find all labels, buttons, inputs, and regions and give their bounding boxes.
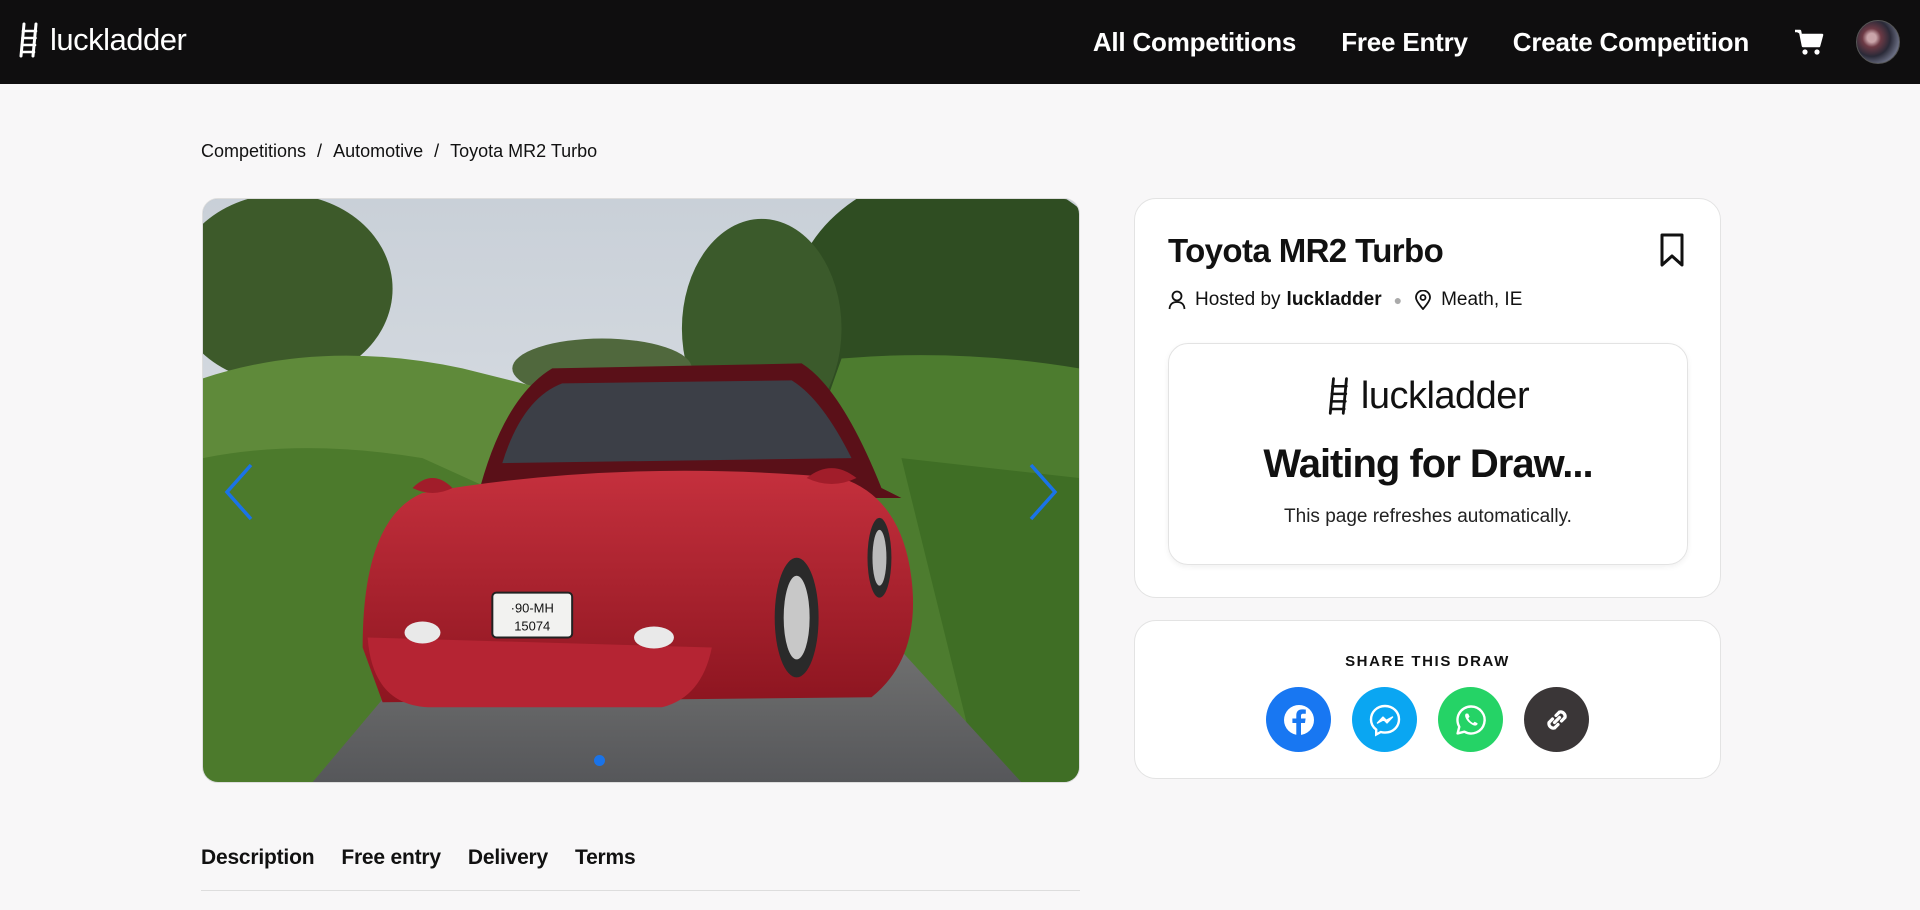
breadcrumb-separator: /: [317, 141, 323, 161]
draw-status-box: luckladder Waiting for Draw... This page…: [1168, 343, 1688, 565]
link-icon: [1546, 709, 1567, 730]
next-slide-arrow-icon[interactable]: [1025, 461, 1061, 523]
facebook-icon: [1283, 704, 1314, 735]
slide-indicator-dot[interactable]: [594, 755, 605, 766]
auto-refresh-note: This page refreshes automatically.: [1284, 506, 1572, 527]
tab-delivery[interactable]: Delivery: [468, 846, 548, 890]
bookmark-icon[interactable]: [1658, 232, 1686, 268]
main-nav: All Competitions Free Entry Create Compe…: [1093, 0, 1920, 84]
previous-slide-arrow-icon[interactable]: [221, 461, 257, 523]
whatsapp-icon: [1455, 704, 1486, 735]
breadcrumb: Competitions / Automotive / Toyota MR2 T…: [201, 141, 597, 162]
tab-terms[interactable]: Terms: [575, 846, 636, 890]
share-messenger-button[interactable]: [1352, 687, 1417, 752]
svg-text:·90-MH: ·90-MH: [511, 601, 554, 616]
details-tabs: Description Free entry Delivery Terms: [201, 846, 1080, 891]
top-navigation-bar: luckladder All Competitions Free Entry C…: [0, 0, 1920, 84]
location-text: Meath, IE: [1441, 289, 1523, 310]
breadcrumb-automotive[interactable]: Automotive: [333, 141, 423, 162]
draw-logo-text: luckladder: [1360, 374, 1530, 417]
breadcrumb-competitions[interactable]: Competitions: [201, 141, 306, 162]
competition-title: Toyota MR2 Turbo: [1168, 232, 1444, 269]
ladder-logo-icon: [19, 22, 38, 58]
logo-text: luckladder: [50, 22, 187, 57]
user-avatar[interactable]: [1856, 20, 1900, 64]
location-pin-icon: [1415, 290, 1431, 310]
image-gallery: ·90-MH 15074: [202, 198, 1080, 783]
site-logo[interactable]: luckladder: [18, 22, 187, 58]
share-buttons: [1135, 687, 1720, 752]
nav-free-entry[interactable]: Free Entry: [1341, 27, 1468, 58]
breadcrumb-current: Toyota MR2 Turbo: [450, 141, 598, 161]
share-facebook-button[interactable]: [1266, 687, 1331, 752]
share-copy-link-button[interactable]: [1524, 687, 1589, 752]
competition-meta: Hosted by luckladder ● Meath, IE: [1168, 289, 1522, 311]
competition-card: Toyota MR2 Turbo Hosted by luckladder ● …: [1134, 198, 1721, 598]
ladder-logo-icon: [1328, 377, 1348, 415]
nav-create-competition[interactable]: Create Competition: [1513, 27, 1749, 58]
tab-free-entry[interactable]: Free entry: [341, 846, 441, 890]
tab-description[interactable]: Description: [201, 846, 315, 890]
nav-all-competitions[interactable]: All Competitions: [1093, 27, 1297, 58]
draw-logo: luckladder: [1169, 374, 1687, 418]
meta-separator: ●: [1393, 292, 1403, 308]
cart-icon[interactable]: [1794, 28, 1824, 56]
svg-text:15074: 15074: [514, 619, 550, 634]
share-whatsapp-button[interactable]: [1438, 687, 1503, 752]
car-photo: ·90-MH 15074: [203, 199, 1079, 782]
messenger-icon: [1369, 704, 1400, 737]
share-title: SHARE THIS DRAW: [1345, 653, 1510, 670]
draw-status-text: Waiting for Draw...: [1263, 442, 1593, 486]
breadcrumb-separator: /: [434, 141, 440, 161]
hosted-by-label: Hosted by: [1195, 289, 1281, 310]
host-name[interactable]: luckladder: [1287, 289, 1382, 311]
user-icon: [1168, 290, 1186, 310]
share-card: SHARE THIS DRAW: [1134, 620, 1721, 779]
